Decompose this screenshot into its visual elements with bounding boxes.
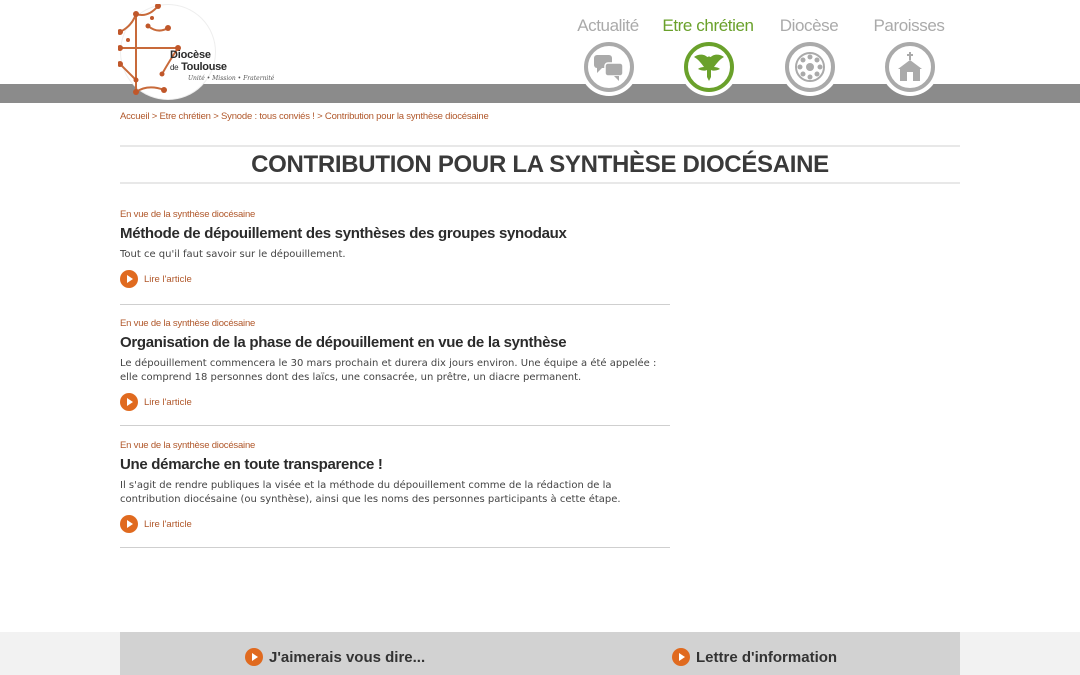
rose-window-icon [795, 52, 825, 82]
article-card: En vue de la synthèse diocésaine Une dém… [120, 440, 670, 548]
breadcrumb-separator: > [151, 111, 158, 122]
nav-circle [881, 38, 939, 96]
nav-label: Paroisses [873, 16, 945, 35]
nav-item-paroisses[interactable]: Paroisses [859, 0, 959, 100]
logo-de: de [170, 63, 179, 72]
nav-ring [684, 42, 734, 92]
page-title-box: CONTRIBUTION POUR LA SYNTHÈSE DIOCÉSAINE [120, 145, 960, 184]
nav-item-etre-chretien[interactable]: Etre chrétien [658, 0, 758, 100]
read-article-link[interactable]: Lire l'article [120, 393, 670, 411]
nav-ring [785, 42, 835, 92]
newsletter-label: Lettre d'information [696, 648, 838, 666]
breadcrumb-item-synode[interactable]: Synode : tous conviés ! [221, 111, 315, 122]
play-icon [245, 648, 263, 666]
read-article-label: Lire l'article [144, 273, 192, 285]
breadcrumb: Accueil > Etre chrétien > Synode : tous … [120, 111, 489, 122]
church-icon [898, 52, 922, 81]
dove-icon [694, 54, 724, 81]
nav-ring [584, 42, 634, 92]
read-article-link[interactable]: Lire l'article [120, 270, 670, 288]
article-category[interactable]: En vue de la synthèse diocésaine [120, 209, 670, 223]
article-title[interactable]: Organisation de la phase de dépouillemen… [120, 334, 670, 354]
breadcrumb-separator: > [213, 111, 219, 122]
play-icon [120, 393, 138, 411]
breadcrumb-separator: > [317, 111, 323, 122]
contact-label: J'aimerais vous dire... [269, 648, 426, 666]
article-description: Tout ce qu'il faut savoir sur le dépouil… [120, 249, 346, 260]
article-description: Il s'agit de rendre publiques la visée e… [120, 480, 621, 505]
read-article-label: Lire l'article [144, 396, 192, 408]
breadcrumb-item-etre-chretien[interactable]: Etre chrétien [160, 111, 211, 122]
play-icon [120, 515, 138, 533]
speech-bubbles-icon [594, 55, 624, 81]
nav-label: Diocèse [779, 16, 839, 35]
newsletter-button[interactable]: Lettre d'information [672, 648, 837, 666]
logo-tagline: Unité • Mission • Fraternité [188, 75, 275, 82]
footer: J'aimerais vous dire... Lettre d'informa… [0, 632, 1080, 675]
nav-circle [680, 38, 738, 96]
article-title[interactable]: Une démarche en toute transparence ! [120, 456, 670, 476]
nav-item-actualite[interactable]: Actualité [558, 0, 658, 100]
article-category[interactable]: En vue de la synthèse diocésaine [120, 440, 670, 454]
article-card: En vue de la synthèse diocésaine Organis… [120, 318, 670, 426]
nav-label: Actualité [577, 16, 639, 35]
read-article-label: Lire l'article [144, 518, 192, 530]
article-card: En vue de la synthèse diocésaine Méthode… [120, 209, 670, 305]
read-article-link[interactable]: Lire l'article [120, 515, 670, 533]
logo-city: Toulouse [181, 61, 227, 73]
article-category[interactable]: En vue de la synthèse diocésaine [120, 318, 670, 332]
footer-bar: J'aimerais vous dire... Lettre d'informa… [120, 632, 960, 675]
article-title[interactable]: Méthode de dépouillement des synthèses d… [120, 225, 670, 245]
site-logo[interactable]: Diocèse de Toulouse Unité • Mission • Fr… [118, 4, 288, 100]
breadcrumb-item-accueil[interactable]: Accueil [120, 111, 149, 122]
play-icon [672, 648, 690, 666]
page-title: CONTRIBUTION POUR LA SYNTHÈSE DIOCÉSAINE [251, 151, 829, 178]
site-header: Diocèse de Toulouse Unité • Mission • Fr… [0, 0, 1080, 105]
breadcrumb-item-current: Contribution pour la synthèse diocésaine [324, 111, 489, 122]
nav-ring [885, 42, 935, 92]
logo-subtitle: de Toulouse [170, 61, 227, 73]
logo-title: Diocèse [170, 49, 211, 61]
nav-label: Etre chrétien [662, 16, 754, 35]
nav-item-diocese[interactable]: Diocèse [759, 0, 859, 100]
nav-circle [781, 38, 839, 96]
nav-circle [580, 38, 638, 96]
contact-button[interactable]: J'aimerais vous dire... [245, 648, 425, 666]
article-description: Le dépouillement commencera le 30 mars p… [120, 358, 657, 383]
play-icon [120, 270, 138, 288]
